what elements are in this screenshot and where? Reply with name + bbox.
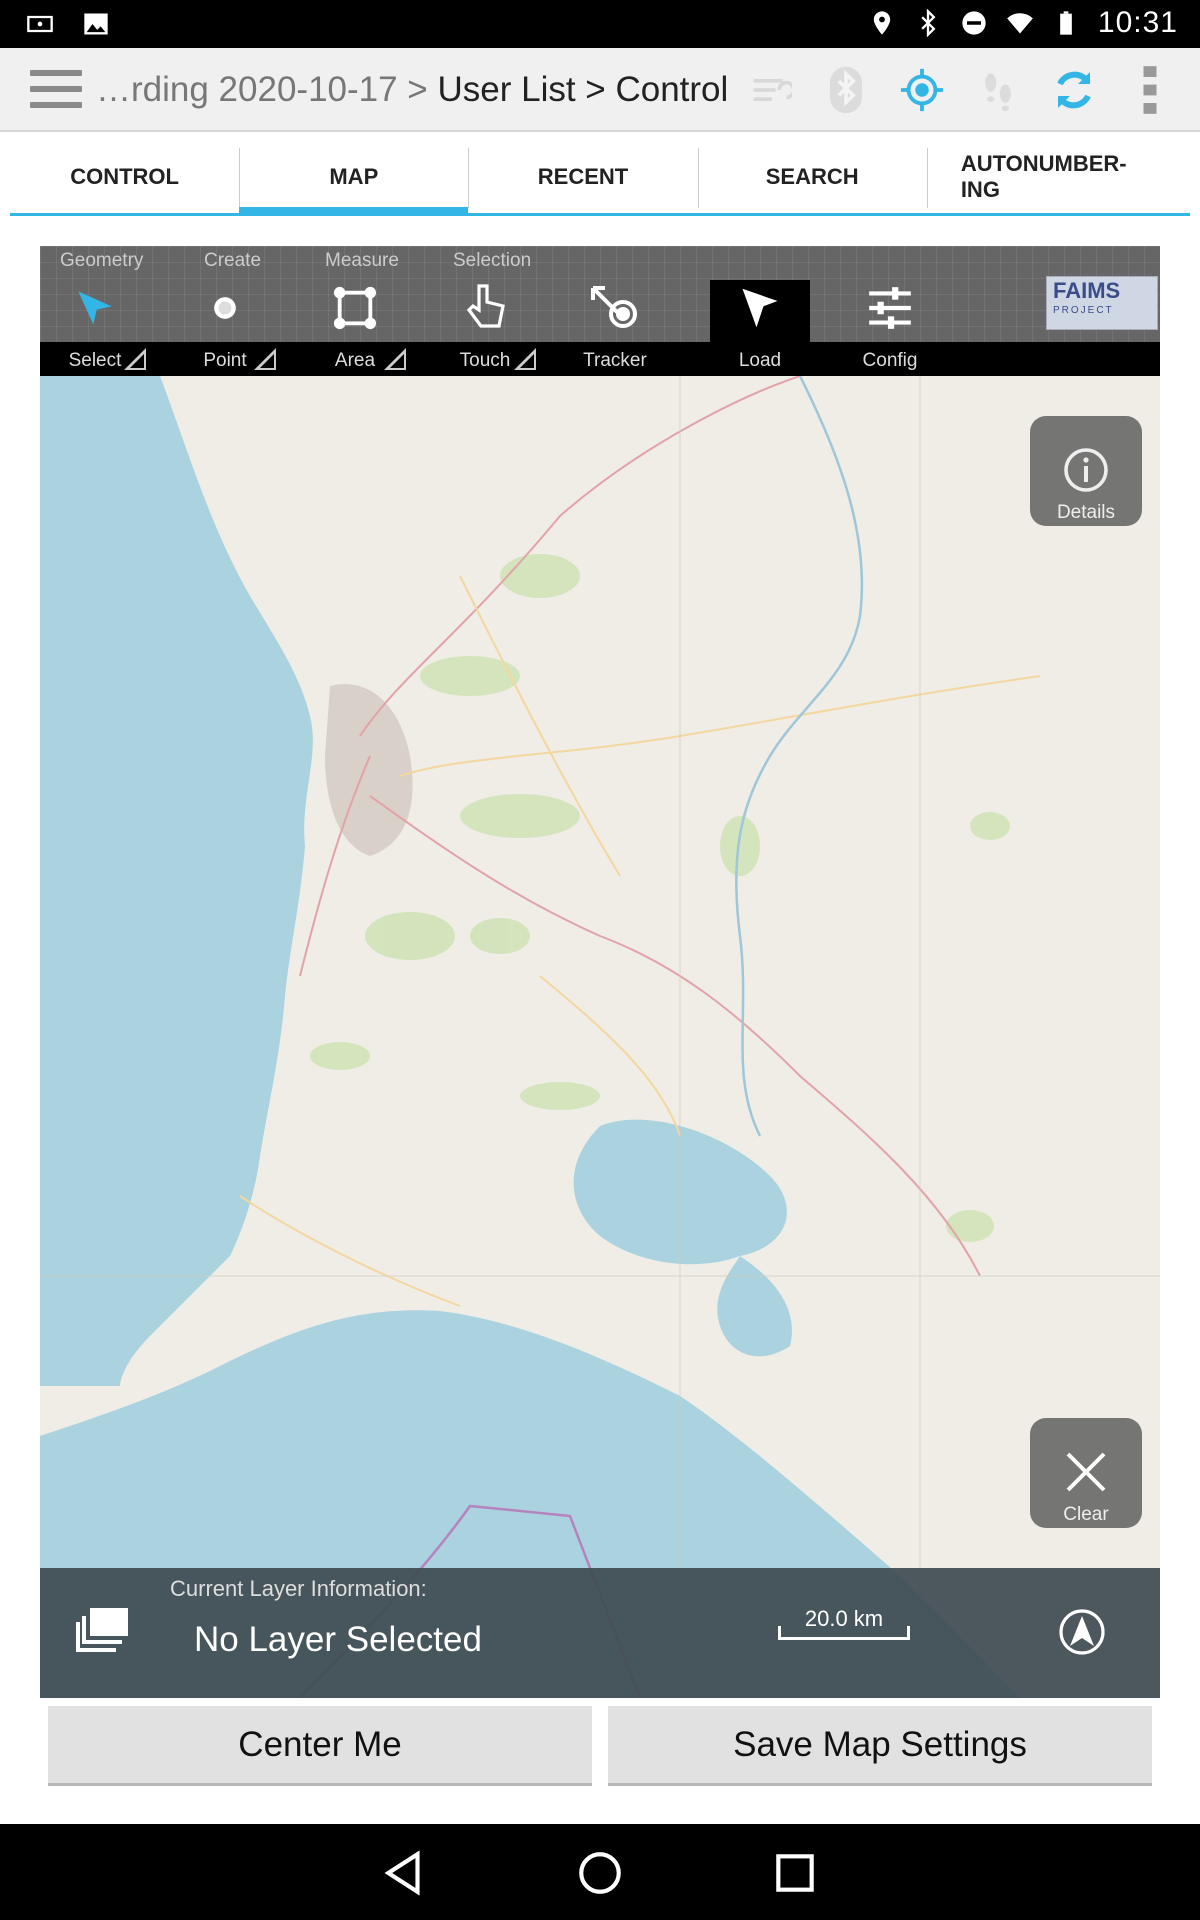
map-view[interactable]: Details Clear [40, 375, 1160, 1698]
battery-icon [1060, 11, 1072, 35]
layer-info-bar: Current Layer Information: No Layer Sele… [40, 1568, 1160, 1698]
layer-value: No Layer Selected [194, 1620, 482, 1659]
touch-dropdown-icon [514, 348, 536, 370]
details-button[interactable]: Details [1030, 416, 1142, 526]
menu-icon[interactable] [30, 70, 82, 110]
action-bar: …rding 2020-10-17 > User List > Control [0, 48, 1200, 132]
load-tool[interactable]: Load [710, 280, 810, 376]
overflow-menu-icon[interactable] [1124, 64, 1176, 116]
map-tiles [40, 375, 1160, 1698]
bluetooth-icon [921, 9, 936, 37]
tracker-tool[interactable]: Tracker [560, 280, 670, 376]
sync-disabled-icon[interactable] [744, 64, 796, 116]
layers-icon[interactable] [76, 1608, 130, 1652]
sync-icon[interactable] [1048, 64, 1100, 116]
select-dropdown-icon [124, 348, 146, 370]
tab-map[interactable]: MAP [239, 140, 469, 216]
details-label: Details [1056, 502, 1116, 523]
breadcrumb-prefix: …rding 2020-10-17 > [96, 70, 438, 109]
tab-bar: CONTROL MAP RECENT SEARCH AUTONUMBER- IN… [10, 140, 1190, 216]
tab-search[interactable]: SEARCH [697, 140, 927, 213]
group-selection: Selection [453, 250, 532, 271]
config-tool[interactable]: Config [820, 280, 960, 376]
scale-bar: 20.0 km [778, 1606, 910, 1640]
gps-icon[interactable] [896, 64, 948, 116]
bluetooth-disabled-icon[interactable] [820, 64, 872, 116]
map-container[interactable]: Geometry Create Measure Selection Select… [40, 246, 1160, 1698]
close-icon [1066, 1452, 1106, 1492]
group-create: Create [204, 250, 262, 271]
tracker-icon [591, 286, 637, 328]
load-arrow-icon [742, 288, 778, 328]
touch-tool[interactable]: Touch [430, 280, 540, 376]
cast-icon [27, 15, 53, 33]
load-label: Load [738, 350, 782, 371]
group-measure: Measure [325, 250, 399, 271]
breadcrumb: …rding 2020-10-17 > User List > Control [96, 70, 728, 110]
center-me-button[interactable]: Center Me [48, 1706, 592, 1786]
tab-autonumbering[interactable]: AUTONUMBER- ING [926, 140, 1190, 213]
config-label: Config [862, 350, 918, 371]
point-icon [214, 297, 236, 319]
back-icon[interactable] [380, 1848, 430, 1898]
navigation-bar [0, 1824, 1200, 1920]
recents-icon[interactable] [770, 1848, 820, 1898]
tab-recent[interactable]: RECENT [468, 140, 697, 213]
group-geometry: Geometry [60, 250, 144, 271]
location-icon [873, 11, 891, 35]
dnd-icon [962, 11, 986, 35]
tab-autonumbering-label: AUTONUMBER- ING [960, 150, 1127, 202]
save-map-settings-button[interactable]: Save Map Settings [608, 1706, 1152, 1786]
wifi-icon [1007, 13, 1033, 34]
clear-label: Clear [1063, 1504, 1109, 1525]
faims-logo: FAIMS PROJECT [1046, 276, 1158, 330]
status-bar: 10:31 [0, 0, 1200, 48]
area-icon [333, 286, 377, 330]
tracker-disabled-icon[interactable] [972, 64, 1024, 116]
map-action-buttons: Center Me Save Map Settings [48, 1706, 1152, 1786]
map-toolbar: Geometry Create Measure Selection Select… [40, 246, 1160, 376]
tracker-label: Tracker [583, 350, 647, 371]
select-arrow-icon [78, 291, 112, 325]
area-tool[interactable]: Area [300, 280, 410, 376]
north-arrow-icon[interactable] [1058, 1608, 1106, 1656]
point-tool[interactable]: Point [170, 280, 280, 376]
info-icon [1064, 448, 1108, 492]
touch-icon [466, 284, 505, 328]
config-sliders-icon [869, 287, 911, 329]
select-tool[interactable]: Select [40, 280, 150, 376]
clear-button[interactable]: Clear [1030, 1418, 1142, 1528]
tab-control[interactable]: CONTROL [10, 140, 239, 213]
image-icon [84, 13, 108, 35]
layer-info-label: Current Layer Information: [170, 1576, 427, 1601]
breadcrumb-current: User List > Control [437, 70, 729, 109]
clock: 10:31 [1097, 6, 1178, 39]
area-dropdown-icon [384, 348, 406, 370]
home-icon[interactable] [575, 1848, 625, 1898]
point-dropdown-icon [254, 348, 276, 370]
